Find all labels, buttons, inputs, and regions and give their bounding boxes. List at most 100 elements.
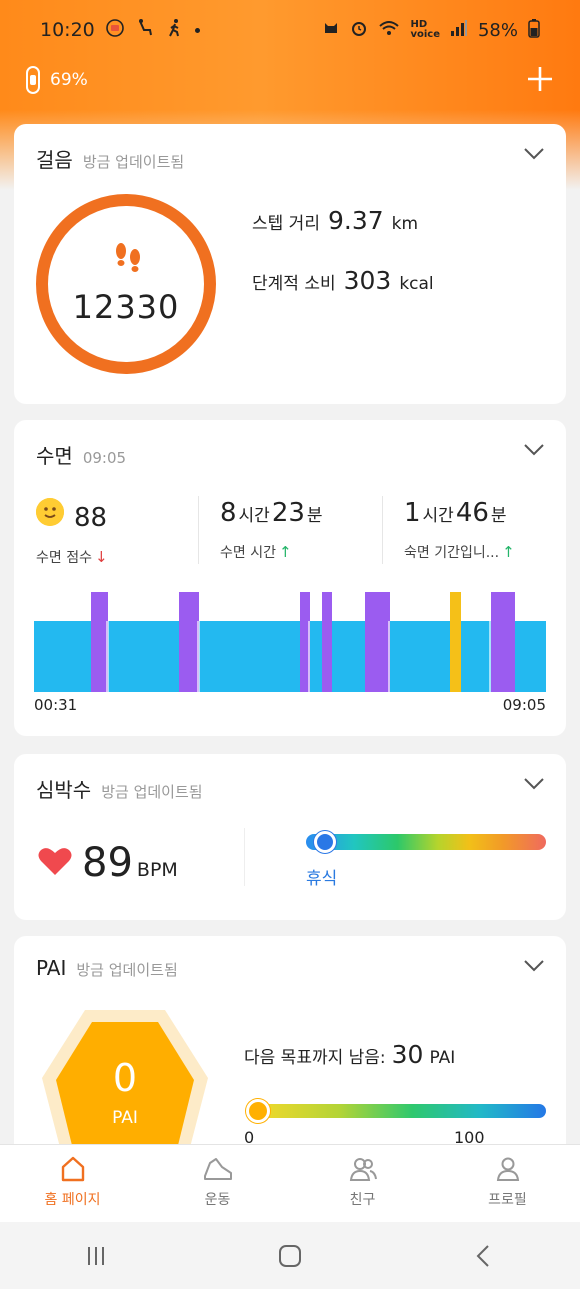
deep-minutes-unit: 분 bbox=[490, 506, 507, 526]
duration-label: 수면 시간 bbox=[220, 545, 276, 561]
distance-label: 스텝 거리 bbox=[252, 214, 320, 234]
pai-title: PAI bbox=[36, 956, 67, 980]
heart-title: 심박수 bbox=[36, 778, 92, 802]
pai-goal-unit: PAI bbox=[429, 1048, 456, 1068]
heart-rate-value: 89 bbox=[82, 840, 133, 886]
distance-value: 9.37 bbox=[327, 206, 384, 235]
profile-icon bbox=[496, 1157, 519, 1181]
nav-friends-label: 친구 bbox=[349, 1192, 376, 1208]
nav-home-label: 홈 페이지 bbox=[44, 1192, 101, 1208]
duration-hours-unit: 시간 bbox=[238, 506, 270, 526]
rem-segment bbox=[365, 592, 390, 692]
steps-card-header: 걸음 방금 업데이트됨 bbox=[36, 144, 184, 173]
duration-minutes-unit: 분 bbox=[306, 506, 323, 526]
sleep-card-header: 수면 09:05 bbox=[36, 440, 126, 469]
divider bbox=[198, 496, 199, 564]
hd-voice-icon: HD voice bbox=[410, 19, 440, 40]
friends-icon bbox=[349, 1158, 377, 1181]
pai-subtitle: 방금 업데이트됨 bbox=[76, 961, 178, 979]
calorie-value: 303 bbox=[343, 266, 392, 295]
deep-hours-unit: 시간 bbox=[422, 506, 454, 526]
steps-ring: 12330 bbox=[36, 194, 216, 374]
trend-up-icon: ↑ bbox=[278, 543, 292, 561]
step-calories: 단계적 소비 303 kcal bbox=[252, 266, 434, 295]
pai-value: 0 bbox=[112, 1056, 138, 1100]
nav-workout-label: 운동 bbox=[204, 1192, 231, 1208]
awake-segment bbox=[450, 592, 461, 692]
rem-segment bbox=[491, 592, 515, 692]
add-button[interactable] bbox=[526, 61, 554, 99]
nav-workout[interactable]: 운동 bbox=[145, 1145, 290, 1222]
sleep-score-value: 88 bbox=[74, 503, 108, 533]
heart-subtitle: 방금 업데이트됨 bbox=[101, 783, 203, 801]
rem-segment bbox=[322, 592, 332, 692]
device-battery[interactable]: 69% bbox=[26, 66, 88, 94]
status-bar: 10:20 HD voice 58% bbox=[40, 14, 540, 46]
sleep-score-label: 수면 점수 bbox=[36, 550, 92, 566]
battery-percent: 58% bbox=[477, 19, 518, 41]
divider bbox=[244, 828, 245, 886]
nav-home[interactable]: 홈 페이지 bbox=[0, 1145, 145, 1222]
heart-zone-label: 휴식 bbox=[306, 869, 338, 889]
notification-dot-icon bbox=[194, 27, 200, 33]
plus-icon bbox=[528, 67, 552, 91]
recent-apps-icon[interactable] bbox=[84, 1244, 108, 1268]
nav-profile-label: 프로필 bbox=[488, 1192, 527, 1208]
chevron-down-icon[interactable] bbox=[524, 960, 544, 972]
steps-title: 걸음 bbox=[36, 148, 73, 172]
trend-down-icon: ↓ bbox=[94, 548, 108, 566]
sleep-duration: 8 시간 23 분 수면 시간 ↑ bbox=[220, 498, 323, 562]
distance-unit: km bbox=[391, 214, 419, 234]
pai-progress-indicator bbox=[246, 1099, 270, 1123]
sleep-stage-chart bbox=[34, 592, 546, 692]
heart-rate-card[interactable]: 심박수 방금 업데이트됨 89 BPM 휴식 bbox=[14, 754, 566, 920]
back-icon[interactable] bbox=[472, 1244, 496, 1268]
chevron-down-icon[interactable] bbox=[524, 778, 544, 790]
sleep-title: 수면 bbox=[36, 444, 73, 468]
sleep-card[interactable]: 수면 09:05 88 수면 점수 ↓ 8 시간 23 분 수면 시간 ↑ 1 bbox=[14, 420, 566, 736]
light-sleep-band bbox=[34, 621, 546, 692]
home-button-icon[interactable] bbox=[277, 1243, 303, 1269]
deep-hours: 1 bbox=[404, 498, 421, 528]
nav-friends[interactable]: 친구 bbox=[290, 1145, 435, 1222]
sleep-time-axis: 00:31 09:05 bbox=[34, 696, 546, 714]
sleep-score: 88 수면 점수 ↓ bbox=[36, 498, 108, 567]
walk-icon bbox=[165, 18, 185, 43]
cat-icon bbox=[322, 19, 340, 42]
deep-label: 숙면 기간입니... bbox=[404, 545, 500, 561]
rem-segment bbox=[91, 592, 108, 692]
duration-minutes: 23 bbox=[271, 498, 305, 528]
sleep-deep: 1 시간 46 분 숙면 기간입니... ↑ bbox=[404, 498, 515, 562]
steps-card[interactable]: 걸음 방금 업데이트됨 12330 스텝 거리 9.37 km 단계적 소비 3… bbox=[14, 124, 566, 404]
smiley-icon bbox=[36, 498, 64, 526]
chevron-down-icon[interactable] bbox=[524, 444, 544, 456]
trend-up-icon: ↑ bbox=[502, 543, 515, 561]
steps-count: 12330 bbox=[72, 288, 180, 326]
alarm-icon bbox=[350, 19, 368, 42]
sleep-start-time: 00:31 bbox=[34, 696, 78, 714]
heart-rate-unit: BPM bbox=[136, 859, 178, 881]
step-distance: 스텝 거리 9.37 km bbox=[252, 206, 418, 235]
sleep-subtitle: 09:05 bbox=[82, 449, 127, 467]
battery-icon bbox=[528, 18, 540, 43]
pai-card-header: PAI 방금 업데이트됨 bbox=[36, 956, 178, 980]
sleep-end-time: 09:05 bbox=[502, 696, 546, 714]
pai-goal-value: 30 bbox=[391, 1040, 424, 1069]
bottom-navigation: 홈 페이지 운동 친구 프로필 bbox=[0, 1144, 580, 1222]
rem-segment bbox=[179, 592, 199, 692]
seat-icon bbox=[135, 18, 155, 43]
mi-app-icon bbox=[105, 18, 125, 43]
wifi-icon bbox=[378, 19, 400, 42]
divider bbox=[382, 496, 383, 564]
nav-profile[interactable]: 프로필 bbox=[435, 1145, 580, 1222]
calorie-label: 단계적 소비 bbox=[252, 274, 336, 294]
signal-icon bbox=[450, 19, 468, 42]
pai-goal-label: 다음 목표까지 남음: bbox=[244, 1048, 386, 1068]
heart-card-header: 심박수 방금 업데이트됨 bbox=[36, 774, 203, 803]
pai-label: PAI bbox=[112, 1108, 138, 1128]
pai-goal: 다음 목표까지 남음: 30 PAI bbox=[244, 1040, 455, 1069]
status-time: 10:20 bbox=[40, 19, 95, 41]
heart-icon bbox=[38, 848, 72, 875]
chevron-down-icon[interactable] bbox=[524, 148, 544, 160]
device-battery-value: 69% bbox=[50, 70, 88, 90]
